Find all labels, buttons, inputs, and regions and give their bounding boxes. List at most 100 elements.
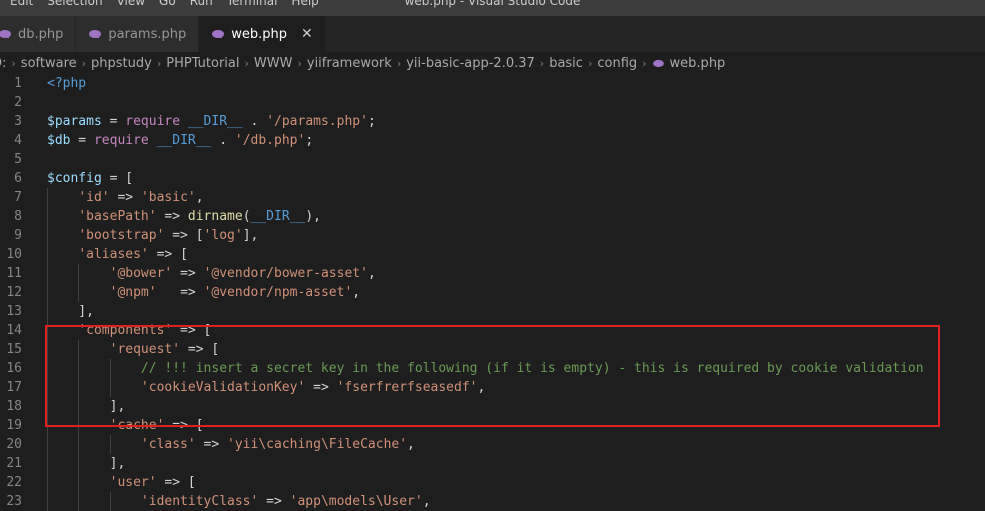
code-line[interactable]: 16 // !!! insert a secret key in the fol… bbox=[0, 359, 985, 378]
breadcrumb-segment[interactable]: config bbox=[597, 56, 637, 71]
code-token: 'basePath' bbox=[78, 209, 157, 224]
code-text: 'aliases' => [ bbox=[47, 245, 188, 264]
code-text: ], bbox=[47, 454, 126, 473]
code-line[interactable]: 6 $config = [ bbox=[0, 169, 985, 188]
code-line[interactable]: 15 'request' => [ bbox=[0, 340, 985, 359]
code-token: = bbox=[101, 114, 126, 129]
chevron-right-icon: › bbox=[539, 56, 545, 70]
code-token: => bbox=[305, 380, 337, 395]
code-token: require bbox=[125, 114, 181, 129]
line-number: 15 bbox=[6, 342, 22, 357]
code-token: , bbox=[477, 380, 486, 395]
code-line[interactable]: 1 <?php bbox=[0, 74, 985, 93]
code-line[interactable]: 19 'cache' => [ bbox=[0, 416, 985, 435]
code-token: => bbox=[258, 494, 290, 509]
code-line[interactable]: 12 '@npm' => '@vendor/npm-asset', bbox=[0, 283, 985, 302]
breadcrumb-segment[interactable]: D: bbox=[0, 56, 6, 71]
code-token: , bbox=[422, 494, 431, 509]
chevron-right-icon: › bbox=[156, 56, 162, 70]
code-line[interactable]: 13 ], bbox=[0, 302, 985, 321]
code-line[interactable]: 18 ], bbox=[0, 397, 985, 416]
chevron-right-icon: › bbox=[396, 56, 402, 70]
code-line[interactable]: 23 'identityClass' => 'app\models\User', bbox=[0, 492, 985, 511]
code-token: $config bbox=[47, 171, 102, 186]
breadcrumb-segment[interactable]: WWW bbox=[254, 56, 293, 71]
breadcrumb-segment[interactable]: yii-basic-app-2.0.37 bbox=[406, 56, 535, 71]
code-token: => [ bbox=[164, 418, 204, 433]
code-line[interactable]: 3 $params = require __DIR__ . '/params.ph… bbox=[0, 112, 985, 131]
code-token: 'fserfrerfseasedf' bbox=[336, 380, 478, 395]
code-token: 'cookieValidationKey' bbox=[140, 380, 306, 395]
code-line[interactable]: 22 'user' => [ bbox=[0, 473, 985, 492]
code-token: '/db.php' bbox=[234, 133, 306, 148]
code-token: => [ bbox=[156, 475, 196, 490]
code-token: => bbox=[172, 266, 204, 281]
code-token: __DIR__ bbox=[156, 133, 212, 148]
code-token: '@vendor/bower-asset' bbox=[203, 266, 368, 281]
line-number: 4 bbox=[14, 133, 22, 148]
code-token: 'id' bbox=[78, 190, 110, 205]
line-number: 10 bbox=[6, 247, 22, 262]
tab-db-php[interactable]: db.php bbox=[0, 16, 77, 52]
code-line[interactable]: 20 'class' => 'yii\caching\FileCache', bbox=[0, 435, 985, 454]
code-line[interactable]: 2 bbox=[0, 93, 985, 112]
code-token: . bbox=[211, 133, 235, 148]
code-text: ], bbox=[47, 397, 126, 416]
close-icon[interactable]: ✕ bbox=[301, 26, 313, 42]
code-line[interactable]: 10 'aliases' => [ bbox=[0, 245, 985, 264]
code-token: 'bootstrap' bbox=[78, 228, 165, 243]
line-number: 5 bbox=[14, 152, 22, 167]
code-token: // !!! insert a secret key in the follow… bbox=[140, 361, 924, 376]
breadcrumb-segment[interactable]: software bbox=[21, 56, 77, 71]
breadcrumb-segment[interactable]: basic bbox=[549, 56, 583, 71]
code-line[interactable]: 11 '@bower' => '@vendor/bower-asset', bbox=[0, 264, 985, 283]
editor-tabs: db.php params.php web.php ✕ bbox=[0, 16, 985, 52]
line-number: 7 bbox=[14, 190, 22, 205]
code-editor[interactable]: 1 <?php 2 3 $params = require __DIR__ . '/pa… bbox=[0, 74, 985, 511]
breadcrumb-segment[interactable]: yiiframework bbox=[307, 56, 392, 71]
breadcrumb-segment[interactable]: PHPTutorial bbox=[166, 56, 239, 71]
line-number: 20 bbox=[6, 437, 22, 452]
breadcrumb: D: › software › phpstudy › PHPTutorial › WWW › yii… bbox=[0, 52, 985, 74]
code-line[interactable]: 4 $db = require __DIR__ . '/db.php'; bbox=[0, 131, 985, 150]
code-text: '@bower' => '@vendor/bower-asset', bbox=[47, 264, 376, 283]
code-line[interactable]: 21 ], bbox=[0, 454, 985, 473]
code-line[interactable]: 9 'bootstrap' => ['log'], bbox=[0, 226, 985, 245]
tab-label: params.php bbox=[108, 26, 187, 42]
php-elephant-icon bbox=[89, 30, 102, 38]
tab-web-php[interactable]: web.php ✕ bbox=[199, 16, 326, 52]
line-number: 8 bbox=[14, 209, 22, 224]
code-line[interactable]: 14 'components' => [ bbox=[0, 321, 985, 340]
code-text: 'cache' => [ bbox=[47, 416, 204, 435]
code-line[interactable]: 17 'cookieValidationKey' => 'fserfrerfse… bbox=[0, 378, 985, 397]
code-token: 'components' bbox=[78, 323, 173, 338]
line-number: 12 bbox=[6, 285, 22, 300]
code-token: 'yii\caching\FileCache' bbox=[227, 437, 408, 452]
code-text: 'request' => [ bbox=[47, 340, 220, 359]
tab-params-php[interactable]: params.php bbox=[76, 16, 200, 52]
code-token: => bbox=[156, 209, 188, 224]
code-token: 'class' bbox=[140, 437, 196, 452]
code-token: = bbox=[70, 133, 94, 148]
breadcrumb-segment[interactable]: web.php bbox=[670, 56, 726, 71]
code-token: ], bbox=[47, 304, 94, 319]
php-elephant-icon bbox=[0, 30, 11, 38]
code-token: => bbox=[195, 437, 228, 452]
code-text: 'bootstrap' => ['log'], bbox=[47, 226, 258, 245]
code-text: ], bbox=[47, 302, 94, 321]
code-token: '@npm' bbox=[109, 285, 157, 300]
breadcrumb-segment[interactable]: phpstudy bbox=[91, 56, 152, 71]
code-line[interactable]: 5 bbox=[0, 150, 985, 169]
code-line[interactable]: 8 'basePath' => dirname(__DIR__), bbox=[0, 207, 985, 226]
code-text: 'basePath' => dirname(__DIR__), bbox=[47, 207, 321, 226]
code-token: => [ bbox=[164, 228, 204, 243]
tab-label: web.php bbox=[231, 26, 287, 42]
code-token: '/params.php' bbox=[266, 114, 368, 129]
code-line[interactable]: 7 'id' => 'basic', bbox=[0, 188, 985, 207]
